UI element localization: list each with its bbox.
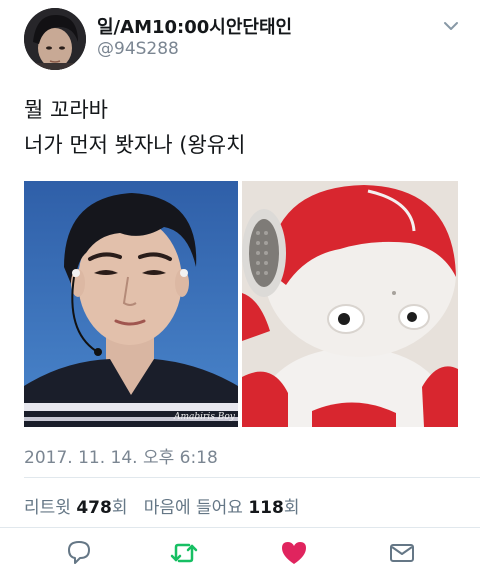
like-label: 마음에 들어요 xyxy=(143,498,243,518)
envelope-icon[interactable] xyxy=(387,538,417,568)
retweet-unit: 회 xyxy=(111,498,128,518)
chevron-down-icon[interactable] xyxy=(440,18,462,34)
like-stat[interactable]: 마음에 들어요 118회 xyxy=(144,498,300,518)
tweet-stats: 리트윗 478회 마음에 들어요 118회 xyxy=(24,493,299,518)
like-count: 118 xyxy=(248,498,284,518)
retweet-count: 478 xyxy=(76,498,112,518)
photo-person[interactable]: Amabiris Boy xyxy=(24,181,238,427)
reply-icon[interactable] xyxy=(64,538,94,568)
avatar[interactable] xyxy=(24,8,86,70)
tweet-timestamp[interactable]: 2017. 11. 14. 오후 6:18 xyxy=(24,443,218,468)
heart-icon[interactable] xyxy=(279,538,309,568)
tweet-text-line: 너가 먼저 봣자나 (왕유치 xyxy=(24,133,246,157)
divider xyxy=(0,527,480,528)
tweet-text-line: 뭘 꼬라바 xyxy=(24,98,108,122)
tweet-actions xyxy=(0,538,480,572)
user-handle[interactable]: @94S288 xyxy=(97,39,179,59)
divider xyxy=(24,477,480,478)
retweet-stat[interactable]: 리트윗 478회 xyxy=(24,498,127,518)
retweet-label: 리트윗 xyxy=(24,498,71,518)
tweet-media: Amabiris Boy xyxy=(24,181,458,427)
photo-watermark: Amabiris Boy xyxy=(173,412,236,422)
tweet-text: 뭘 꼬라바 너가 먼저 봣자나 (왕유치 xyxy=(24,93,245,163)
photo-robot[interactable] xyxy=(242,181,458,427)
like-unit: 회 xyxy=(283,498,300,518)
tweet-header: 일/AM10:00시안단태인 @94S288 xyxy=(0,0,480,80)
retweet-icon[interactable] xyxy=(169,538,199,568)
display-name[interactable]: 일/AM10:00시안단태인 xyxy=(97,13,292,39)
